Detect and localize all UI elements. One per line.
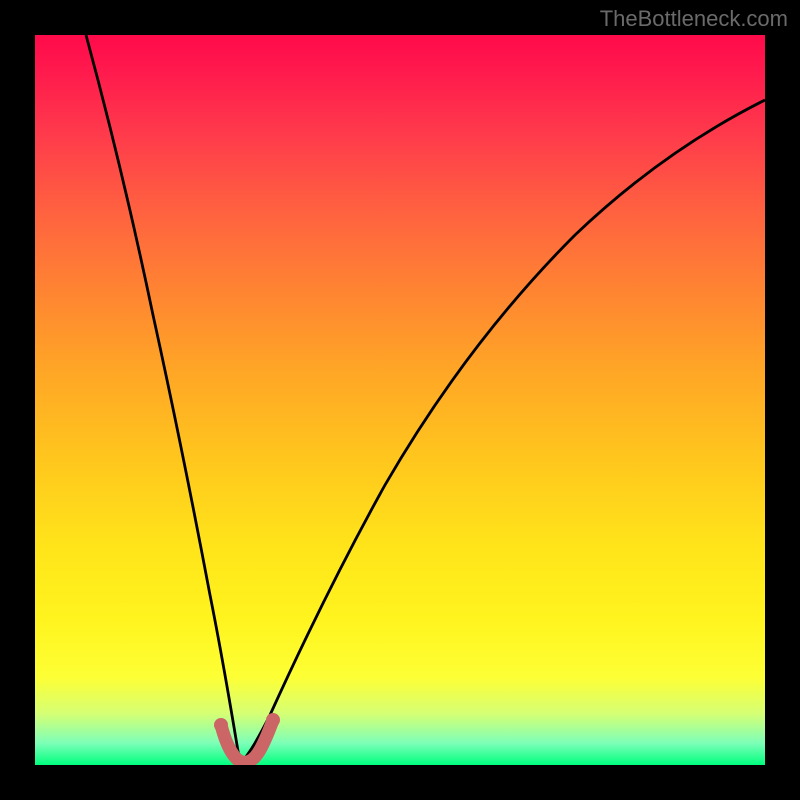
plot-area xyxy=(35,35,765,765)
bottleneck-marker-dot-right xyxy=(266,713,280,727)
watermark-text: TheBottleneck.com xyxy=(600,6,788,32)
bottleneck-marker-dot-left xyxy=(214,718,228,732)
bottleneck-marker xyxy=(221,720,273,762)
marker-layer xyxy=(35,35,765,765)
chart-container: TheBottleneck.com xyxy=(0,0,800,800)
